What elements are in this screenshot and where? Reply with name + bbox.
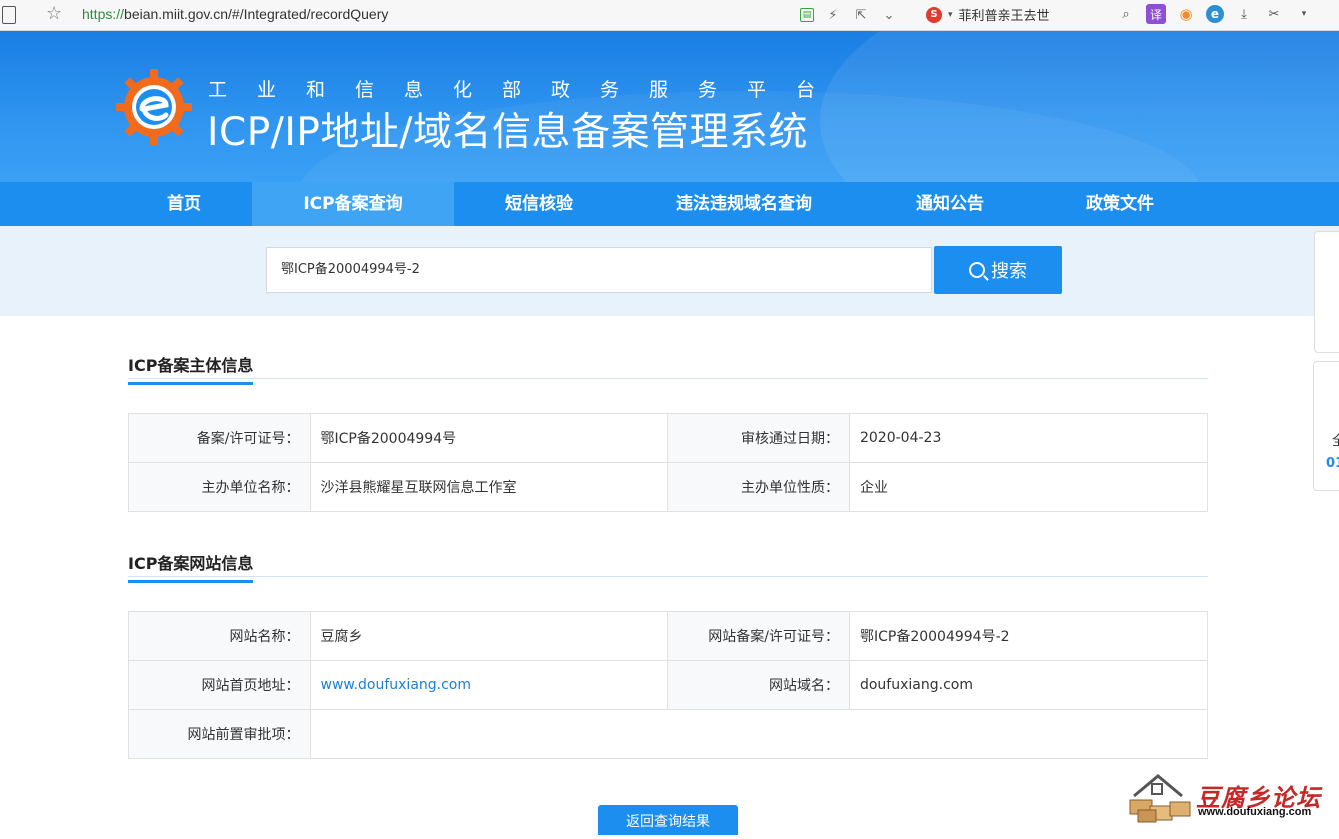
nav-item-notices[interactable]: 通知公告 — [864, 182, 1036, 226]
address-bar-icons: ▤ ⚡ ⇱ ⌄ — [800, 5, 898, 25]
header-subtitle: 工业和信息化部政务服务平台 — [208, 79, 846, 101]
field-value: 鄂ICP备20004994号 — [309, 413, 669, 463]
floating-widget-bottom[interactable]: 全 01 — [1313, 361, 1339, 491]
floating-widget-top[interactable]: ↑ — [1314, 231, 1339, 353]
search-input[interactable]: 鄂ICP备20004994号-2 — [266, 247, 932, 293]
nav-item-sms-verify[interactable]: 短信核验 — [454, 182, 624, 226]
chevron-down-icon[interactable]: ⌄ — [880, 6, 898, 24]
nav-item-icp-query[interactable]: ICP备案查询 — [252, 182, 454, 226]
sogou-icon: S — [926, 6, 942, 23]
search-engine-box[interactable]: S ▾ 菲利普亲王去世 — [926, 5, 1050, 24]
table-row: 备案/许可证号： 鄂ICP备20004994号 审核通过日期： 2020-04-… — [128, 413, 1209, 463]
search-icon — [969, 262, 985, 278]
field-value: www.doufuxiang.com — [309, 660, 669, 710]
field-label: 审核通过日期： — [667, 413, 850, 463]
field-label: 主办单位名称： — [128, 462, 311, 512]
sidebar-toggle-icon[interactable] — [2, 6, 16, 24]
table-row: 主办单位名称： 沙洋县熊耀星互联网信息工作室 主办单位性质： 企业 — [128, 462, 1209, 512]
search-button-label: 搜索 — [991, 261, 1027, 282]
bookmark-star-icon[interactable]: ☆ — [46, 3, 62, 24]
field-label: 备案/许可证号： — [128, 413, 311, 463]
field-label: 网站前置审批项： — [128, 709, 311, 759]
site-info-header: ICP备案网站信息 — [128, 544, 1208, 583]
scissors-icon[interactable]: ✂ — [1264, 4, 1284, 24]
search-icon[interactable]: ⌕ — [1116, 4, 1136, 24]
reader-mode-icon[interactable]: ▤ — [800, 8, 814, 22]
nav-item-illegal-domain-query[interactable]: 违法违规域名查询 — [624, 182, 864, 226]
field-value: 鄂ICP备20004994号-2 — [848, 611, 1209, 661]
section-title: ICP备案主体信息 — [128, 352, 254, 385]
search-button[interactable]: 搜索 — [934, 246, 1062, 294]
back-to-results-button[interactable]: 返回查询结果 — [598, 805, 738, 835]
translate-icon[interactable]: 译 — [1146, 4, 1166, 24]
gamepad-icon[interactable]: ◉ — [1176, 4, 1196, 24]
url-scheme: https:// — [82, 6, 125, 22]
main-nav: 首页 ICP备案查询 短信核验 违法违规域名查询 通知公告 政策文件 — [0, 182, 1339, 226]
field-value — [309, 709, 1208, 759]
field-label: 网站域名： — [667, 660, 850, 710]
chevron-down-icon[interactable]: ▾ — [948, 10, 953, 20]
chevron-down-icon[interactable]: ▾ — [1294, 4, 1314, 24]
subject-info-table: 备案/许可证号： 鄂ICP备20004994号 审核通过日期： 2020-04-… — [128, 413, 1209, 512]
nav-item-policy-docs[interactable]: 政策文件 — [1036, 182, 1204, 226]
widget-text: 全 — [1332, 434, 1339, 449]
browser-toolbar: ☆ https://beian.miit.gov.cn/#/Integrated… — [0, 0, 1339, 31]
homepage-link[interactable]: www.doufuxiang.com — [321, 677, 472, 693]
url-path: beian.miit.gov.cn/#/Integrated/recordQue… — [124, 6, 389, 22]
field-value: 企业 — [848, 462, 1209, 512]
field-value: doufuxiang.com — [848, 660, 1209, 710]
subject-info-header: ICP备案主体信息 — [128, 346, 1208, 385]
table-row: 网站名称： 豆腐乡 网站备案/许可证号： 鄂ICP备20004994号-2 — [128, 611, 1209, 661]
nav-item-home[interactable]: 首页 — [116, 182, 252, 226]
field-label: 网站备案/许可证号： — [667, 611, 850, 661]
watermark: 豆腐乡论坛 www.doufuxiang.com — [1124, 768, 1339, 828]
site-logo-icon — [116, 69, 192, 145]
table-row: 网站前置审批项： — [128, 709, 1208, 759]
download-icon[interactable]: ⤓ — [1234, 4, 1254, 24]
field-label: 网站名称： — [128, 611, 311, 661]
site-info-table: 网站名称： 豆腐乡 网站备案/许可证号： 鄂ICP备20004994号-2 网站… — [128, 611, 1209, 759]
search-area: 鄂ICP备20004994号-2 搜索 — [0, 226, 1339, 316]
field-value: 沙洋县熊耀星互联网信息工作室 — [309, 462, 669, 512]
address-bar[interactable]: https://beian.miit.gov.cn/#/Integrated/r… — [82, 6, 388, 22]
field-label: 网站首页地址： — [128, 660, 311, 710]
header-banner: 工业和信息化部政务服务平台 ICP/IP地址/域名信息备案管理系统 — [0, 31, 1339, 182]
browser-e-icon[interactable]: e — [1206, 5, 1224, 23]
section-title: ICP备案网站信息 — [128, 550, 254, 583]
watermark-url: www.doufuxiang.com — [1198, 806, 1312, 818]
table-row: 网站首页地址： www.doufuxiang.com 网站域名： doufuxi… — [128, 660, 1209, 710]
share-icon[interactable]: ⇱ — [852, 6, 870, 24]
house-logo-icon — [1129, 774, 1191, 823]
field-value: 豆腐乡 — [309, 611, 669, 661]
search-engine-text: 菲利普亲王去世 — [958, 9, 1050, 24]
toolbar-right-icons: ⌕ 译 ◉ e ⤓ ✂ ▾ — [1116, 4, 1314, 24]
page-title: ICP/IP地址/域名信息备案管理系统 — [207, 110, 809, 155]
field-label: 主办单位性质： — [667, 462, 850, 512]
lightning-icon[interactable]: ⚡ — [824, 6, 842, 24]
widget-number: 01 — [1326, 456, 1339, 471]
field-value: 2020-04-23 — [848, 413, 1209, 463]
